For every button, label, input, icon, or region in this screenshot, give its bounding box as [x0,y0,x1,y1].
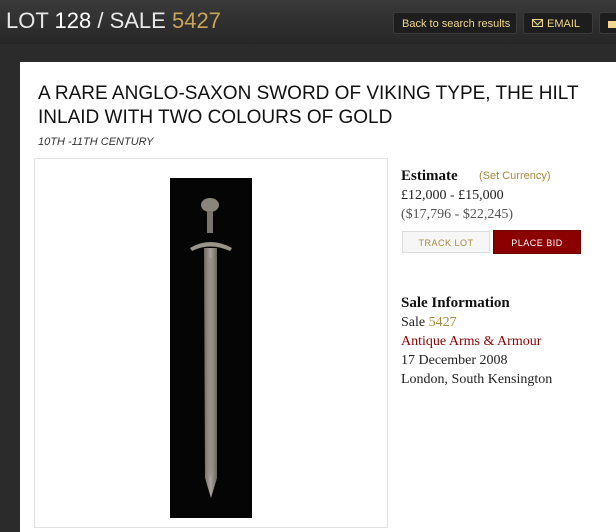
lot-image[interactable] [170,178,252,518]
sale-name-link[interactable]: Antique Arms & Armour [401,334,541,350]
email-label: EMAIL [547,18,581,30]
back-to-results-button[interactable]: Back to search results [393,12,517,34]
place-bid-button[interactable]: PLACE BID [493,230,581,254]
email-button[interactable]: EMAIL [523,12,593,34]
estimate-label: Estimate [401,168,458,184]
estimate-gbp: £12,000 - £15,000 [401,188,504,203]
sale-information-label: Sale Information [401,295,510,311]
set-currency-link[interactable]: (Set Currency) [479,170,551,182]
lot-prefix: LOT [6,8,49,33]
lot-title: A RARE ANGLO-SAXON SWORD OF VIKING TYPE,… [38,83,579,128]
sale-label: Sale [401,315,426,330]
print-button[interactable] [599,12,616,34]
estimate-usd: ($17,796 - $22,245) [401,207,513,222]
top-bar: LOT 128 / SALE 5427 Back to search resul… [0,0,616,44]
sale-number-line: Sale 5427 [401,315,457,331]
sale-number: 5427 [171,8,221,33]
lot-number: 128 [54,8,92,33]
lot-heading: LOT 128 / SALE 5427 [6,8,221,34]
lot-subtitle: 10TH -11TH CENTURY [38,136,154,148]
sword-image [190,198,232,498]
sale-prefix: SALE [109,8,166,33]
sale-date: 17 December 2008 [401,353,508,368]
envelope-icon [532,19,543,27]
track-lot-button[interactable]: TRACK LOT [402,231,490,253]
printer-icon [608,21,616,28]
sale-number-link[interactable]: 5427 [429,315,457,330]
heading-separator: / [91,8,110,33]
sale-location: London, South Kensington [401,372,553,387]
